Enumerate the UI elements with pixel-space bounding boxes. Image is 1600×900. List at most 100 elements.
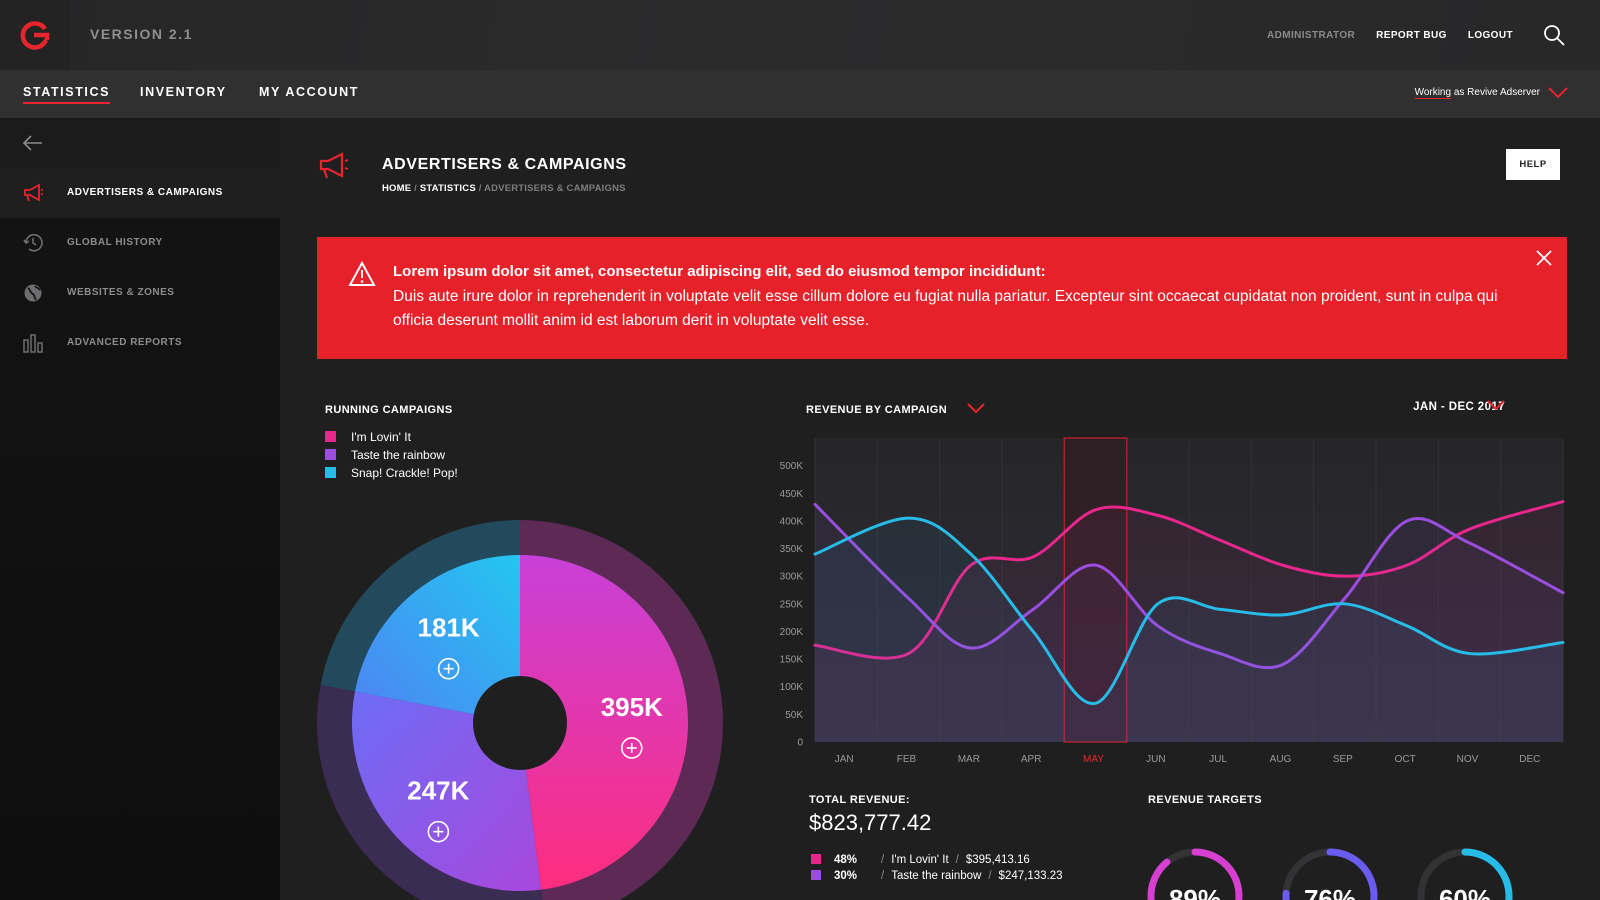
revenue-amount: $395,413.16 <box>965 854 1030 866</box>
y-tick-label: 150K <box>780 655 804 666</box>
pie-slice-label: 247K <box>407 776 469 806</box>
main-nav: STATISTICS INVENTORY MY ACCOUNT Working … <box>0 70 1600 118</box>
revenue-percent: 30% <box>834 870 858 882</box>
page-title: ADVERTISERS & CAMPAIGNS <box>382 156 627 173</box>
history-icon <box>23 233 43 252</box>
help-button[interactable]: HELP <box>1506 149 1560 180</box>
x-tick-label: AUG <box>1270 754 1292 763</box>
revenue-swatch <box>811 854 821 864</box>
working-as-selector[interactable]: Working as Revive Adserver <box>1414 87 1540 99</box>
x-tick-label: MAR <box>958 754 980 763</box>
pie-center-hole <box>473 676 567 770</box>
y-tick-label: 300K <box>780 572 804 583</box>
main-content: ADVERTISERS & CAMPAIGNS HOME / STATISTIC… <box>280 118 1600 900</box>
pie-slice-label: 395K <box>601 692 663 722</box>
close-icon[interactable] <box>1534 248 1554 268</box>
y-tick-label: 500K <box>780 461 804 472</box>
revenue-target-gauge: 60% <box>1417 848 1513 900</box>
legend-label: I'm Lovin' It <box>351 430 411 444</box>
chevron-down-icon[interactable] <box>1547 86 1569 100</box>
total-revenue-value: $823,777.42 <box>809 810 932 835</box>
tab-statistics[interactable]: STATISTICS <box>23 85 111 104</box>
top-links: ADMINISTRATOR REPORT BUG LOGOUT <box>1267 0 1600 70</box>
breadcrumb-current: ADVERTISERS & CAMPAIGNS <box>484 183 626 194</box>
y-tick-label: 100K <box>780 682 804 693</box>
x-tick-label: FEB <box>897 754 917 763</box>
sidebar-item-label: WEBSITES & ZONES <box>67 287 175 298</box>
revenue-campaign-name: Taste the rainbow <box>891 870 982 882</box>
revenue-row: 30% / Taste the rainbow / $247,133.23 <box>811 870 1063 882</box>
x-tick-label: JAN <box>835 754 854 763</box>
search-icon[interactable] <box>1542 23 1566 47</box>
legend-swatch <box>325 467 336 478</box>
y-tick-label: 0 <box>797 738 803 749</box>
revenue-row: 48% / I'm Lovin' It / $395,413.16 <box>811 854 1030 866</box>
legend-item: Snap! Crackle! Pop! <box>325 466 458 480</box>
running-campaigns-title: RUNNING CAMPAIGNS <box>325 404 453 416</box>
logout-link[interactable]: LOGOUT <box>1468 30 1513 41</box>
legend-swatch <box>325 431 336 442</box>
revenue-amount: $247,133.23 <box>998 870 1063 882</box>
working-as-account: as Revive Adserver <box>1451 87 1540 98</box>
legend-label: Taste the rainbow <box>351 448 446 462</box>
y-tick-label: 50K <box>785 710 803 721</box>
revenue-target-gauge: 76% <box>1282 848 1378 900</box>
sidebar-item-advanced-reports[interactable]: ADVANCED REPORTS <box>0 318 280 368</box>
sidebar-item-global-history[interactable]: GLOBAL HISTORY <box>0 218 280 268</box>
legend-item: I'm Lovin' It <box>325 430 411 444</box>
megaphone-icon <box>24 183 43 202</box>
sidebar-item-advertisers-campaigns[interactable]: ADVERTISERS & CAMPAIGNS <box>0 168 280 218</box>
administrator-link[interactable]: ADMINISTRATOR <box>1267 30 1355 41</box>
app: VERSION 2.1 ADMINISTRATOR REPORT BUG LOG… <box>0 0 1600 900</box>
report-bug-link[interactable]: REPORT BUG <box>1376 30 1447 41</box>
version-label: VERSION 2.1 <box>90 26 193 42</box>
revenue-targets-title: REVENUE TARGETS <box>1148 794 1262 806</box>
x-tick-label: APR <box>1021 754 1042 763</box>
running-campaigns-pie-chart: 395K 247K 181K <box>317 520 724 900</box>
alert-message: Duis aute irure dolor in reprehenderit i… <box>393 288 1498 329</box>
y-tick-label: 400K <box>780 516 804 527</box>
pie-slice-label: 181K <box>418 613 480 643</box>
breadcrumb-home[interactable]: HOME <box>382 183 411 194</box>
x-tick-label: DEC <box>1519 754 1540 763</box>
chevron-down-icon[interactable] <box>966 402 986 416</box>
sidebar-item-label: ADVERTISERS & CAMPAIGNS <box>67 187 223 198</box>
legend-item: Taste the rainbow <box>325 448 445 462</box>
top-bar: VERSION 2.1 ADMINISTRATOR REPORT BUG LOG… <box>0 0 1600 70</box>
x-tick-label: JUL <box>1209 754 1227 763</box>
gauge-value: 89% <box>1169 884 1221 900</box>
breadcrumb-statistics[interactable]: STATISTICS <box>420 183 476 194</box>
revenue-target-gauges: 89% 76% 60% <box>1147 848 1513 900</box>
logo[interactable] <box>0 0 70 70</box>
bar-chart-icon <box>23 334 43 353</box>
sidebar-item-label: GLOBAL HISTORY <box>67 237 163 248</box>
y-tick-label: 250K <box>780 599 804 610</box>
sidebar: ADVERTISERS & CAMPAIGNS GLOBAL HISTORY W… <box>0 118 280 900</box>
megaphone-icon <box>319 152 349 179</box>
back-arrow-icon[interactable] <box>22 133 44 153</box>
alert-title: Lorem ipsum dolor sit amet, consectetur … <box>393 263 1046 280</box>
warning-icon <box>348 261 376 286</box>
legend-label: Snap! Crackle! Pop! <box>351 466 458 480</box>
tab-inventory[interactable]: INVENTORY <box>140 85 227 99</box>
separator: / <box>881 854 885 866</box>
revenue-campaign-name: I'm Lovin' It <box>891 854 949 866</box>
x-tick-label: NOV <box>1457 754 1479 763</box>
breadcrumb-separator: / <box>411 183 420 194</box>
x-tick-label: JUN <box>1146 754 1165 763</box>
sidebar-item-websites-zones[interactable]: WEBSITES & ZONES <box>0 268 280 318</box>
y-tick-label: 450K <box>780 489 804 500</box>
tab-my-account[interactable]: MY ACCOUNT <box>259 85 359 99</box>
breadcrumb: HOME / STATISTICS / ADVERTISERS & CAMPAI… <box>382 183 626 194</box>
revenue-line-chart: 0 50K 100K 150K 200K 250K 300K 350K 400K 450K 500K… <box>780 437 1565 763</box>
revenue-swatch <box>811 870 821 880</box>
legend-swatch <box>325 449 336 460</box>
x-tick-label: MAY <box>1083 754 1104 763</box>
revenue-target-gauge: 89% <box>1147 848 1243 900</box>
sidebar-back-row[interactable] <box>0 118 280 168</box>
alert-banner: Lorem ipsum dolor sit amet, consectetur … <box>317 237 1567 359</box>
separator: / <box>988 870 992 882</box>
chevron-down-icon[interactable] <box>1486 399 1506 413</box>
x-tick-label: SEP <box>1333 754 1353 763</box>
working-as-prefix: Working <box>1414 87 1452 99</box>
